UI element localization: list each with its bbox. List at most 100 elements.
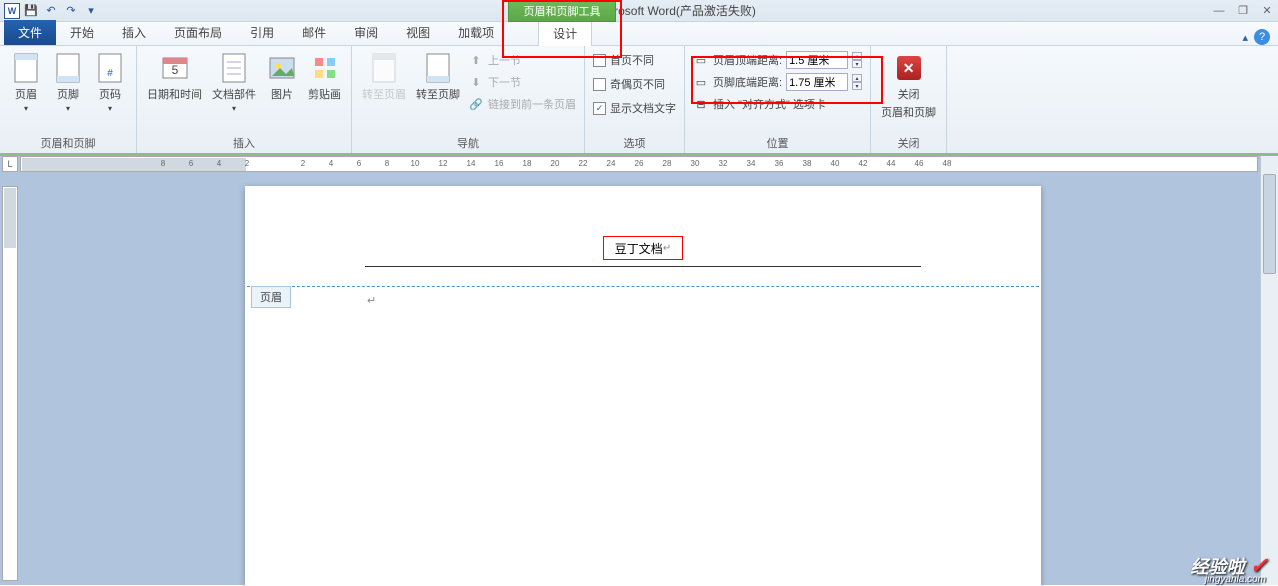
clipart-icon bbox=[309, 52, 341, 84]
doc-parts-label: 文档部件 bbox=[212, 86, 256, 102]
ribbon: 页眉 ▾ 页脚 ▾ # 页码 ▾ 页眉和页脚 5 日期和时间 bbox=[0, 46, 1278, 156]
group-position: ▭ 页眉顶端距离: ▴▾ ▭ 页脚底端距离: ▴▾ ⊟插入 "对齐方式" 选项卡… bbox=[685, 46, 871, 153]
group-label-close: 关闭 bbox=[879, 133, 938, 153]
ruler-corner[interactable]: L bbox=[2, 156, 18, 172]
footer-distance-icon: ▭ bbox=[693, 74, 709, 90]
footer-label: 页脚 bbox=[57, 86, 79, 102]
checkbox-checked-icon bbox=[593, 102, 606, 115]
datetime-label: 日期和时间 bbox=[147, 86, 202, 102]
show-doc-label: 显示文档文字 bbox=[610, 100, 676, 116]
horizontal-ruler[interactable]: 8642246810121416182022242628303234363840… bbox=[20, 156, 1258, 172]
tab-file[interactable]: 文件 bbox=[4, 20, 56, 45]
datetime-button[interactable]: 5 日期和时间 bbox=[145, 50, 204, 104]
header-top-input[interactable] bbox=[786, 51, 848, 69]
insert-align-tab-button[interactable]: ⊟插入 "对齐方式" 选项卡 bbox=[693, 94, 862, 114]
tab-addins[interactable]: 加载项 bbox=[444, 20, 508, 45]
align-tab-label: 插入 "对齐方式" 选项卡 bbox=[713, 96, 826, 112]
watermark-url: jingyanla.com bbox=[1205, 574, 1266, 585]
minimize-button[interactable]: ― bbox=[1212, 5, 1226, 17]
redo-icon[interactable]: ↷ bbox=[64, 4, 78, 18]
footer-icon bbox=[52, 52, 84, 84]
dropdown-icon: ▾ bbox=[66, 104, 70, 113]
scrollbar-thumb[interactable] bbox=[1263, 174, 1276, 274]
spinner-up-icon[interactable]: ▴ bbox=[852, 52, 862, 60]
paragraph-mark: ↵ bbox=[367, 294, 376, 307]
next-label: 下一节 bbox=[488, 74, 521, 90]
goto-header-button[interactable]: 转至页眉 bbox=[360, 50, 408, 104]
footer-bottom-spinner[interactable]: ▴▾ bbox=[852, 74, 862, 90]
dropdown-icon: ▾ bbox=[24, 104, 28, 113]
restore-button[interactable]: ❐ bbox=[1236, 4, 1250, 17]
tab-design[interactable]: 设计 bbox=[538, 20, 592, 46]
first-page-diff-checkbox[interactable]: 首页不同 bbox=[593, 50, 676, 70]
link-prev-label: 链接到前一条页眉 bbox=[488, 96, 576, 112]
picture-icon bbox=[266, 52, 298, 84]
help-icon[interactable]: ? bbox=[1254, 29, 1270, 45]
spinner-down-icon[interactable]: ▾ bbox=[852, 60, 862, 68]
group-label-hf: 页眉和页脚 bbox=[8, 133, 128, 153]
header-distance-icon: ▭ bbox=[693, 52, 709, 68]
tab-mailings[interactable]: 邮件 bbox=[288, 20, 340, 45]
header-section-tag: 页眉 bbox=[251, 286, 291, 308]
ribbon-minimize-icon[interactable]: ▴ bbox=[1242, 31, 1248, 44]
doc-parts-button[interactable]: 文档部件 ▾ bbox=[210, 50, 258, 115]
group-close: ✕ 关闭 页眉和页脚 关闭 bbox=[871, 46, 947, 153]
prev-label: 上一节 bbox=[488, 52, 521, 68]
tab-home[interactable]: 开始 bbox=[56, 20, 108, 45]
next-section-button[interactable]: ⬇下一节 bbox=[468, 72, 576, 92]
footer-button[interactable]: 页脚 ▾ bbox=[50, 50, 86, 115]
tab-review[interactable]: 审阅 bbox=[340, 20, 392, 45]
header-top-distance-row: ▭ 页眉顶端距离: ▴▾ bbox=[693, 50, 862, 70]
close-window-button[interactable]: ✕ bbox=[1260, 4, 1274, 17]
vertical-scrollbar[interactable] bbox=[1260, 156, 1278, 585]
close-hf-button[interactable]: ✕ 关闭 页眉和页脚 bbox=[879, 50, 938, 122]
header-text[interactable]: 豆丁文档 bbox=[615, 240, 663, 257]
spinner-down-icon[interactable]: ▾ bbox=[852, 82, 862, 90]
footer-bottom-label: 页脚底端距离: bbox=[713, 74, 782, 90]
next-icon: ⬇ bbox=[468, 74, 484, 90]
ribbon-tabbar: 文件 开始 插入 页面布局 引用 邮件 审阅 视图 加载项 设计 ▴ ? bbox=[0, 22, 1278, 46]
svg-text:5: 5 bbox=[171, 63, 178, 77]
link-previous-button[interactable]: 🔗链接到前一条页眉 bbox=[468, 94, 576, 114]
show-doc-text-checkbox[interactable]: 显示文档文字 bbox=[593, 98, 676, 118]
header-top-spinner[interactable]: ▴▾ bbox=[852, 52, 862, 68]
goto-header-icon bbox=[368, 52, 400, 84]
footer-bottom-input[interactable] bbox=[786, 73, 848, 91]
vertical-ruler[interactable] bbox=[2, 186, 18, 581]
document-page[interactable]: 豆丁文档↵ 页眉 ↵ bbox=[245, 186, 1041, 586]
header-button[interactable]: 页眉 ▾ bbox=[8, 50, 44, 115]
close-x-icon: ✕ bbox=[897, 56, 921, 80]
close-label-2: 页眉和页脚 bbox=[881, 104, 936, 120]
tab-insert[interactable]: 插入 bbox=[108, 20, 160, 45]
contextual-tab-header: 页眉和页脚工具 bbox=[508, 0, 616, 22]
undo-icon[interactable]: ↶ bbox=[44, 4, 58, 18]
dropdown-icon: ▾ bbox=[232, 104, 236, 113]
group-insert: 5 日期和时间 文档部件 ▾ 图片 剪贴画 插入 bbox=[137, 46, 352, 153]
tab-references[interactable]: 引用 bbox=[236, 20, 288, 45]
odd-even-diff-checkbox[interactable]: 奇偶页不同 bbox=[593, 74, 676, 94]
page-number-button[interactable]: # 页码 ▾ bbox=[92, 50, 128, 115]
title-bar: W 💾 ↶ ↷ ▾ 文档2 - Microsoft Word(产品激活失败) ―… bbox=[0, 0, 1278, 22]
close-label-1: 关闭 bbox=[898, 86, 920, 102]
document-area: L 86422468101214161820222426283032343638… bbox=[0, 156, 1278, 585]
group-label-nav: 导航 bbox=[360, 133, 576, 153]
qat-dropdown-icon[interactable]: ▾ bbox=[84, 4, 98, 18]
tab-view[interactable]: 视图 bbox=[392, 20, 444, 45]
clipart-button[interactable]: 剪贴画 bbox=[306, 50, 343, 104]
header-label: 页眉 bbox=[15, 86, 37, 102]
goto-footer-button[interactable]: 转至页脚 bbox=[414, 50, 462, 104]
prev-section-button[interactable]: ⬆上一节 bbox=[468, 50, 576, 70]
spinner-up-icon[interactable]: ▴ bbox=[852, 74, 862, 82]
window-controls: ― ❐ ✕ bbox=[1212, 4, 1274, 17]
tab-layout[interactable]: 页面布局 bbox=[160, 20, 236, 45]
group-header-footer: 页眉 ▾ 页脚 ▾ # 页码 ▾ 页眉和页脚 bbox=[0, 46, 137, 153]
save-icon[interactable]: 💾 bbox=[24, 4, 38, 18]
checkbox-icon bbox=[593, 78, 606, 91]
link-icon: 🔗 bbox=[468, 96, 484, 112]
goto-header-label: 转至页眉 bbox=[362, 86, 406, 102]
dropdown-icon: ▾ bbox=[108, 104, 112, 113]
header-underline bbox=[365, 266, 921, 267]
first-diff-label: 首页不同 bbox=[610, 52, 654, 68]
picture-button[interactable]: 图片 bbox=[264, 50, 300, 104]
align-tab-icon: ⊟ bbox=[693, 96, 709, 112]
